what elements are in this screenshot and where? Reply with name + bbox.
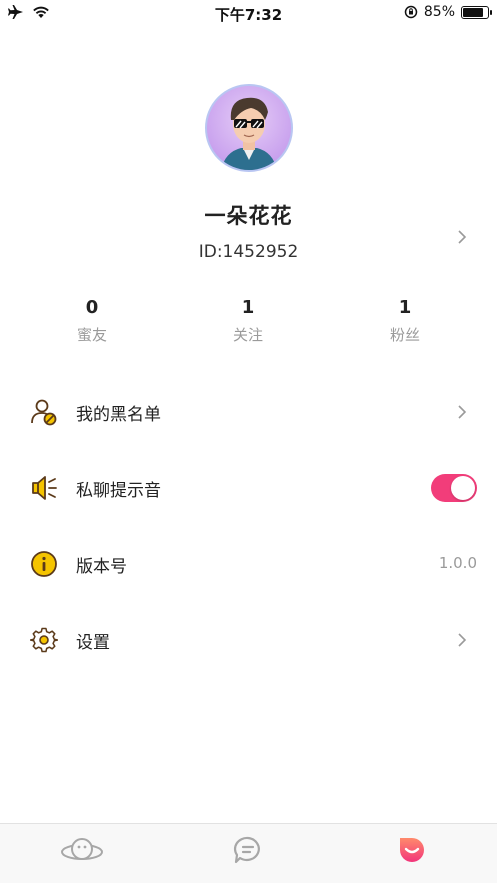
chevron-right-icon [458, 405, 467, 419]
stat-following[interactable]: 1 关注 [198, 296, 298, 345]
version-value: 1.0.0 [438, 554, 477, 572]
stat-following-label: 关注 [232, 326, 263, 344]
toggle-knob [451, 476, 475, 500]
tab-me[interactable] [390, 832, 434, 868]
stat-following-count: 1 [241, 297, 255, 318]
profile-id: ID:1452952 [198, 242, 299, 262]
profile-header[interactable]: 一朵花花 ID:1452952 [0, 84, 497, 274]
stats-row: 0 蜜友 1 关注 1 粉丝 [0, 296, 497, 352]
info-icon [31, 551, 57, 577]
menu-item-chat-sound: 私聊提示音 [0, 450, 497, 526]
blacklist-label: 我的黑名单 [76, 405, 161, 425]
battery-level [463, 7, 484, 17]
smile-bubble-icon [400, 838, 424, 862]
status-right: 85% [404, 4, 492, 20]
chat-sound-toggle[interactable] [431, 474, 477, 502]
avatar-illustration [221, 97, 277, 170]
orientation-lock-icon [404, 5, 418, 19]
battery-icon [461, 5, 492, 19]
menu-item-blacklist[interactable]: 我的黑名单 [0, 374, 497, 450]
tab-bar [0, 823, 497, 883]
stat-friends[interactable]: 0 蜜友 [42, 296, 142, 345]
chat-sound-label: 私聊提示音 [76, 481, 161, 501]
stat-followers-count: 1 [398, 297, 412, 318]
tab-messages[interactable] [226, 832, 270, 868]
chevron-right-icon[interactable] [455, 230, 469, 244]
gear-icon [30, 627, 58, 653]
menu-item-version: 版本号 1.0.0 [0, 526, 497, 602]
status-bar: 下午7:32 85% [0, 0, 497, 26]
avatar[interactable] [205, 84, 293, 172]
planet-icon [61, 838, 103, 860]
chat-bubble-icon [233, 836, 260, 864]
tab-discover[interactable] [60, 832, 104, 868]
stat-friends-count: 0 [85, 297, 99, 318]
battery-percent: 85% [423, 4, 455, 20]
stat-followers[interactable]: 1 粉丝 [355, 296, 455, 345]
menu-item-settings[interactable]: 设置 [0, 602, 497, 678]
version-label: 版本号 [76, 557, 127, 577]
profile-nickname: 一朵花花 [204, 204, 293, 228]
user-block-icon [31, 399, 57, 426]
chevron-right-icon [458, 633, 467, 647]
settings-label: 设置 [76, 633, 110, 653]
speaker-icon [32, 476, 57, 500]
stat-friends-label: 蜜友 [76, 326, 107, 344]
stat-followers-label: 粉丝 [389, 326, 420, 344]
